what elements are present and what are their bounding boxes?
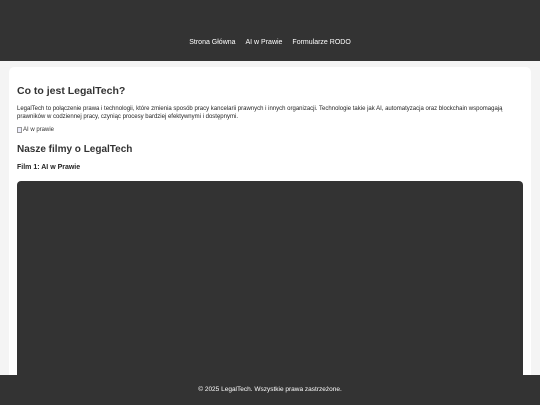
footer-copyright: © 2025 LegalTech. Wszystkie prawa zastrz… bbox=[198, 386, 342, 393]
main-content: Co to jest LegalTech? LegalTech to połąc… bbox=[9, 67, 531, 397]
nav-link-home[interactable]: Strona Główna bbox=[189, 39, 235, 46]
main-nav: Strona Główna AI w Prawie Formularze ROD… bbox=[0, 39, 540, 46]
intro-paragraph: LegalTech to połączenie prawa i technolo… bbox=[17, 106, 503, 120]
page-title: Co to jest LegalTech? bbox=[17, 85, 126, 97]
broken-image-icon bbox=[17, 127, 22, 133]
films-heading: Nasze filmy o LegalTech bbox=[17, 144, 133, 155]
site-footer: © 2025 LegalTech. Wszystkie prawa zastrz… bbox=[0, 375, 540, 405]
image-alt-text: AI w prawie bbox=[23, 127, 55, 133]
film1-title: Film 1: AI w Prawie bbox=[17, 164, 81, 171]
nav-link-ai-in-law[interactable]: AI w Prawie bbox=[246, 39, 283, 46]
video-player[interactable] bbox=[17, 181, 523, 397]
nav-link-gdpr-forms[interactable]: Formularze RODO bbox=[292, 39, 350, 46]
site-header: Strona Główna AI w Prawie Formularze ROD… bbox=[0, 0, 540, 61]
broken-image: AI w prawie bbox=[17, 127, 54, 133]
